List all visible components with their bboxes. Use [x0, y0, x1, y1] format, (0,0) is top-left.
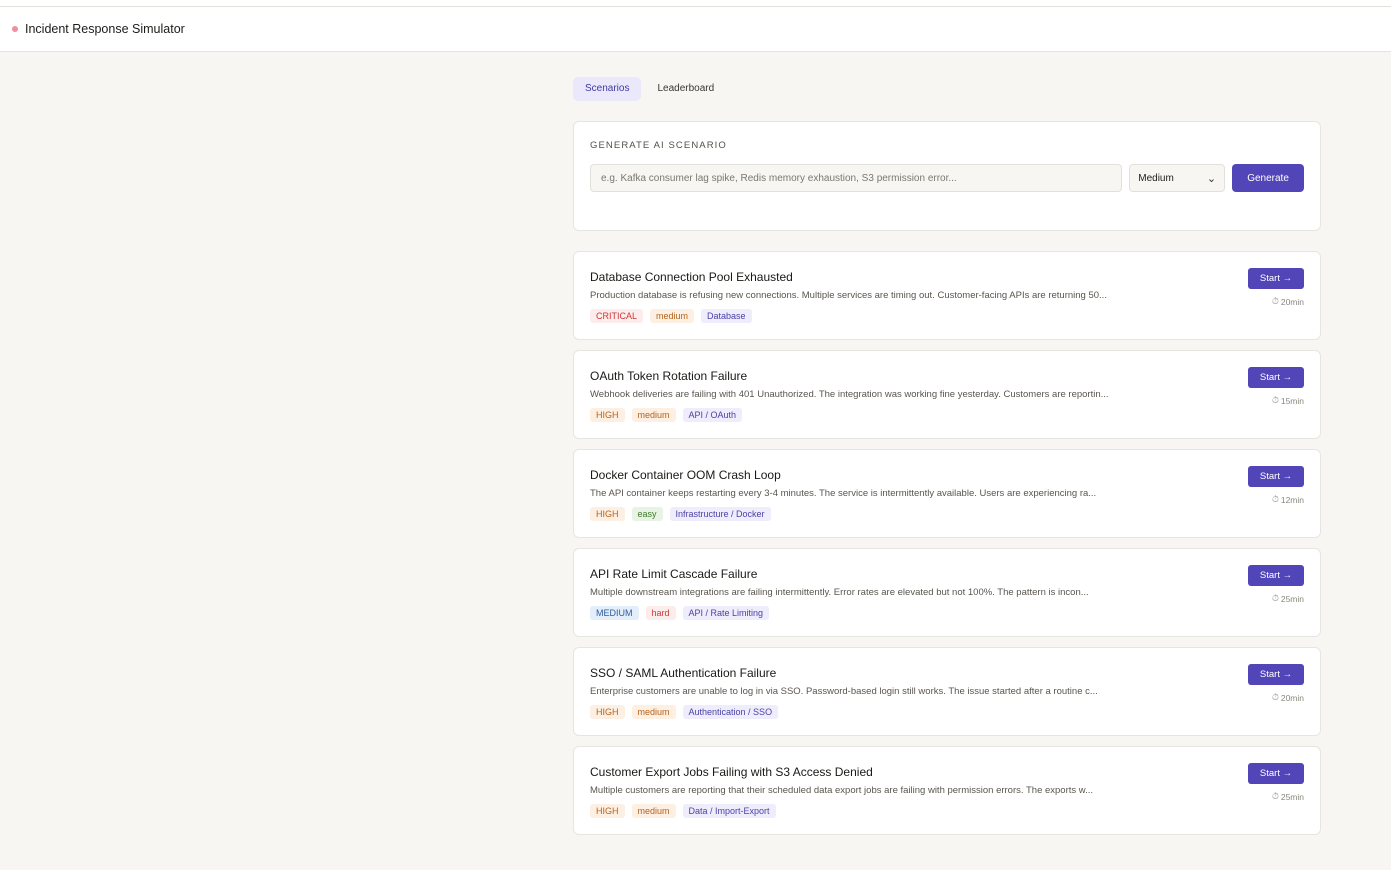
clock-icon: ⏱ [1271, 593, 1279, 603]
scenario-description: Enterprise customers are unable to log i… [590, 686, 1098, 697]
scenario-card: SSO / SAML Authentication Failure Enterpr… [573, 647, 1321, 736]
generate-row: Medium ⌄ Generate [590, 164, 1304, 192]
chevron-down-icon: ⌄ [1206, 172, 1217, 185]
tab-bar: Scenarios Leaderboard [573, 77, 1321, 101]
scenario-card: API Rate Limit Cascade Failure Multiple d… [573, 548, 1321, 637]
app-header: Incident Response Simulator [0, 7, 1391, 52]
start-button[interactable]: Start → [1248, 763, 1304, 784]
scenario-tags: HIGH easy Infrastructure / Docker [590, 507, 1304, 521]
category-badge: Database [701, 309, 752, 323]
status-dot [12, 26, 18, 32]
difficulty-badge: easy [631, 507, 663, 521]
severity-badge: CRITICAL [590, 309, 644, 323]
clock-icon: ⏱ [1271, 395, 1279, 405]
scenario-description: Webhook deliveries are failing with 401 … [590, 389, 1109, 400]
start-button[interactable]: Start → [1248, 367, 1304, 388]
scenario-tags: HIGH medium Data / Import-Export [590, 804, 1304, 818]
scenario-card: OAuth Token Rotation Failure Webhook deli… [573, 350, 1321, 439]
difficulty-badge: medium [631, 804, 676, 818]
start-button[interactable]: Start → [1248, 565, 1304, 586]
severity-badge: HIGH [590, 705, 625, 719]
category-badge: Infrastructure / Docker [669, 507, 771, 521]
scenario-title: Database Connection Pool Exhausted [590, 270, 793, 284]
category-badge: Authentication / SSO [682, 705, 779, 719]
start-button[interactable]: Start → [1248, 268, 1304, 289]
difficulty-badge: hard [645, 606, 676, 620]
difficulty-badge: medium [631, 408, 676, 422]
difficulty-select-value: Medium [1138, 172, 1174, 184]
duration-label: ⏱ 15min [1272, 395, 1304, 406]
tab-leaderboard[interactable]: Leaderboard [645, 77, 726, 101]
top-bar [0, 0, 1391, 7]
duration-value: 12min [1280, 494, 1304, 505]
clock-icon: ⏱ [1271, 791, 1279, 801]
category-badge: Data / Import-Export [682, 804, 776, 818]
duration-value: 15min [1280, 395, 1304, 406]
scenario-title: API Rate Limit Cascade Failure [590, 567, 758, 581]
clock-icon: ⏱ [1271, 494, 1279, 504]
scenario-tags: HIGH medium API / OAuth [590, 408, 1304, 422]
scenario-card: Database Connection Pool Exhausted Produc… [573, 251, 1321, 340]
scenario-card: Docker Container OOM Crash Loop The API c… [573, 449, 1321, 538]
generate-section-title: GENERATE AI SCENARIO [590, 140, 727, 151]
start-button[interactable]: Start → [1248, 664, 1304, 685]
severity-badge: HIGH [590, 507, 625, 521]
start-button[interactable]: Start → [1248, 466, 1304, 487]
duration-label: ⏱ 20min [1272, 692, 1304, 703]
severity-badge: HIGH [590, 804, 625, 818]
difficulty-badge: medium [650, 309, 695, 323]
scenario-description: Multiple downstream integrations are fai… [590, 587, 1089, 598]
scenario-card: Customer Export Jobs Failing with S3 Acc… [573, 746, 1321, 835]
duration-value: 20min [1280, 692, 1304, 703]
severity-badge: HIGH [590, 408, 625, 422]
scenario-prompt-input[interactable] [590, 164, 1123, 192]
scenario-tags: MEDIUM hard API / Rate Limiting [590, 606, 1304, 620]
duration-label: ⏱ 25min [1272, 593, 1304, 604]
scenario-tags: HIGH medium Authentication / SSO [590, 705, 1304, 719]
severity-badge: MEDIUM [590, 606, 639, 620]
scenario-tags: CRITICAL medium Database [590, 309, 1304, 323]
difficulty-badge: medium [631, 705, 676, 719]
clock-icon: ⏱ [1271, 692, 1279, 702]
duration-value: 25min [1280, 791, 1304, 802]
scenario-title: Docker Container OOM Crash Loop [590, 468, 781, 482]
scenario-title: OAuth Token Rotation Failure [590, 369, 748, 383]
duration-value: 20min [1280, 296, 1304, 307]
tab-scenarios[interactable]: Scenarios [573, 77, 642, 101]
generate-scenario-card: GENERATE AI SCENARIO Medium ⌄ Generate [573, 121, 1321, 231]
generate-button[interactable]: Generate [1232, 164, 1304, 192]
category-badge: API / Rate Limiting [682, 606, 770, 620]
difficulty-select[interactable]: Medium ⌄ [1129, 164, 1226, 192]
scenario-description: The API container keeps restarting every… [590, 488, 1097, 499]
scenario-title: Customer Export Jobs Failing with S3 Acc… [590, 765, 873, 779]
duration-label: ⏱ 25min [1272, 791, 1304, 802]
scenario-title: SSO / SAML Authentication Failure [590, 666, 777, 680]
category-badge: API / OAuth [682, 408, 743, 422]
clock-icon: ⏱ [1271, 296, 1279, 306]
app-title: Incident Response Simulator [25, 22, 185, 36]
main-content: Scenarios Leaderboard GENERATE AI SCENAR… [573, 77, 1321, 845]
duration-label: ⏱ 20min [1272, 296, 1304, 307]
scenario-list: Database Connection Pool Exhausted Produc… [573, 251, 1321, 835]
scenario-description: Multiple customers are reporting that th… [590, 785, 1094, 796]
scenario-description: Production database is refusing new conn… [590, 290, 1107, 301]
duration-value: 25min [1280, 593, 1304, 604]
duration-label: ⏱ 12min [1272, 494, 1304, 505]
